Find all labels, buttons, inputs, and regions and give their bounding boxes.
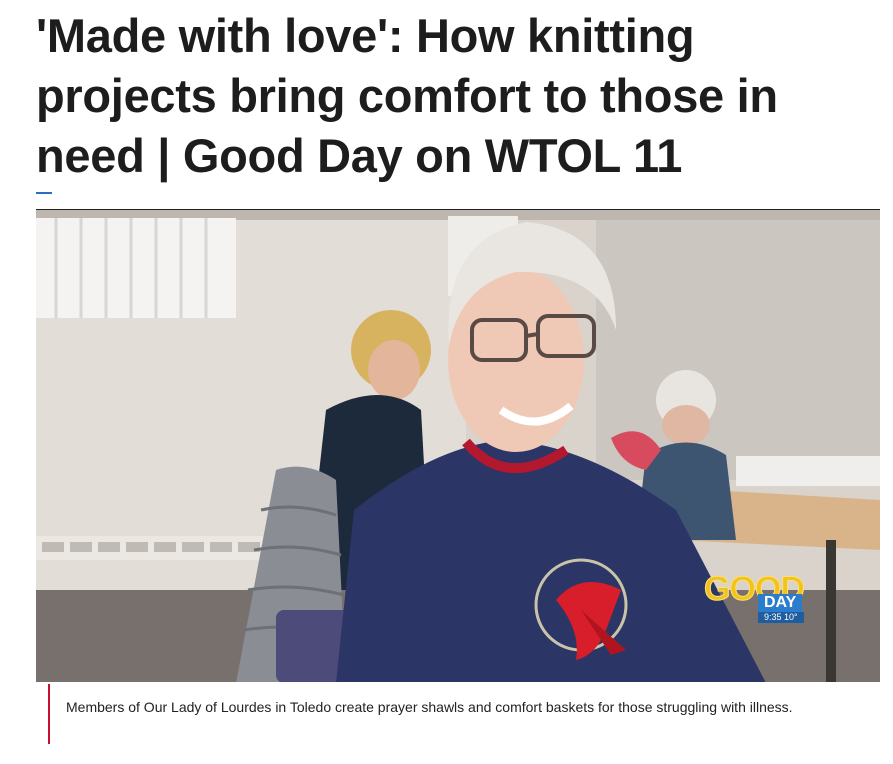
good-day-logo: GOOD DAY 9:35 10° <box>704 570 834 640</box>
image-caption-block: Members of Our Lady of Lourdes in Toledo… <box>48 684 880 744</box>
bug-time-text: 9:35 10° <box>758 612 804 623</box>
headline-accent-rule <box>36 192 52 194</box>
article-image[interactable]: GOOD DAY 9:35 10° <box>36 209 880 682</box>
image-caption: Members of Our Lady of Lourdes in Toledo… <box>66 699 793 715</box>
bug-day-text: DAY <box>758 594 803 612</box>
article-headline: 'Made with love': How knitting projects … <box>36 9 778 182</box>
